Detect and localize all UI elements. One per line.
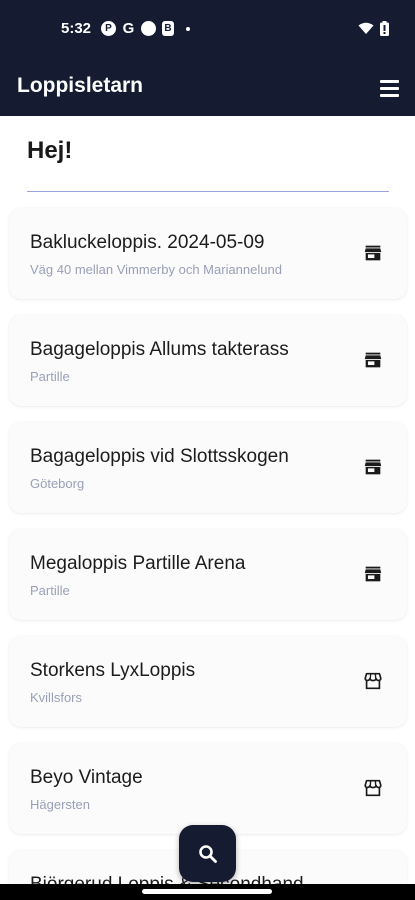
app-title: Loppisletarn <box>17 74 144 97</box>
status-right-icons <box>358 21 389 36</box>
hamburger-menu-icon[interactable] <box>377 76 401 100</box>
notification-icons: P G B <box>101 20 190 37</box>
divider <box>27 191 389 192</box>
store-filled-icon <box>364 566 382 582</box>
store-filled-icon <box>364 352 382 368</box>
status-time: 5:32 <box>61 20 92 37</box>
list-item[interactable]: Megaloppis Partille Arena Partille <box>9 529 407 620</box>
system-navigation-bar <box>0 884 415 900</box>
app-bar: Loppisletarn <box>0 60 415 116</box>
list-item[interactable]: Bagageloppis Allums takterass Partille <box>9 315 407 406</box>
storefront-outline-icon <box>364 672 382 690</box>
store-filled-icon <box>364 245 382 261</box>
wifi-icon <box>358 22 374 34</box>
item-title: Megaloppis Partille Arena <box>30 553 246 574</box>
item-location: Göteborg <box>30 476 85 491</box>
item-title: Bagageloppis vid Slottsskogen <box>30 446 289 467</box>
pocket-casts-icon: P <box>101 21 116 36</box>
search-icon <box>198 844 217 863</box>
item-location: Partille <box>30 583 70 598</box>
item-title: Bakluckeloppis. 2024-05-09 <box>30 232 265 253</box>
item-title: Bagageloppis Allums takterass <box>30 339 289 360</box>
item-location: Partille <box>30 369 70 384</box>
battery-icon <box>380 21 389 36</box>
app-notification-icon: B <box>162 21 174 36</box>
home-gesture-handle[interactable] <box>142 889 272 894</box>
item-title: Storkens LyxLoppis <box>30 660 196 681</box>
storefront-outline-icon <box>364 779 382 797</box>
google-icon: G <box>122 20 135 37</box>
more-notifications-dot-icon <box>186 26 190 31</box>
item-location: Väg 40 mellan Vimmerby och Mariannelund <box>30 262 282 277</box>
circle-notification-icon <box>141 21 156 36</box>
status-bar: 5:32 P G B <box>0 0 415 60</box>
search-button[interactable] <box>179 825 236 882</box>
store-filled-icon <box>364 459 382 475</box>
list-item[interactable]: Beyo Vintage Hägersten <box>9 743 407 834</box>
greeting-heading: Hej! <box>27 137 73 164</box>
item-title: Beyo Vintage <box>30 767 143 788</box>
item-location: Kvillsfors <box>30 690 83 705</box>
list-item[interactable]: Storkens LyxLoppis Kvillsfors <box>9 636 407 727</box>
list-item[interactable]: Bagageloppis vid Slottsskogen Göteborg <box>9 422 407 513</box>
list-item[interactable]: Bakluckeloppis. 2024-05-09 Väg 40 mellan… <box>9 208 407 299</box>
item-location: Hägersten <box>30 797 90 812</box>
